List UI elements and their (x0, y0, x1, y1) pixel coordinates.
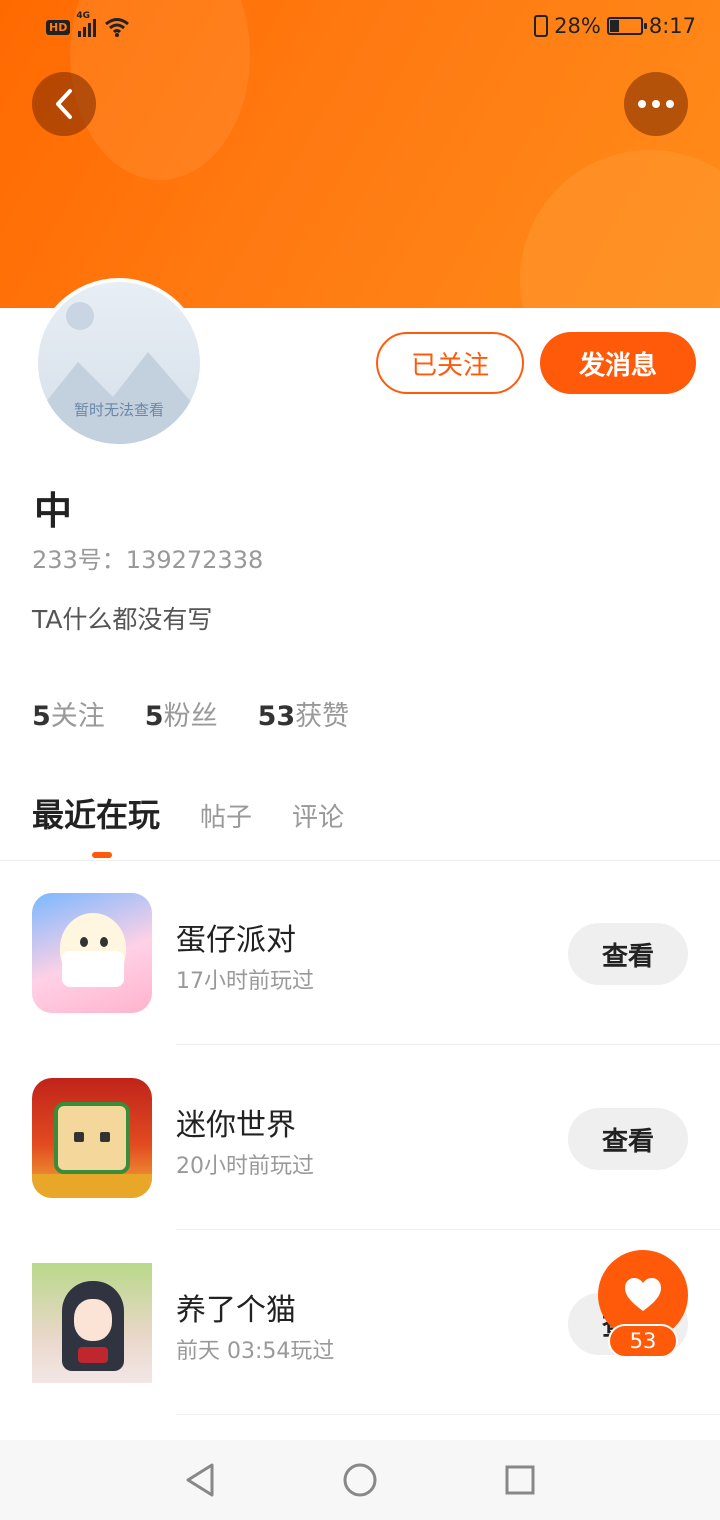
send-message-button[interactable]: 发消息 (540, 332, 696, 394)
list-item[interactable]: 蛋仔派对 17小时前玩过 查看 (0, 861, 720, 1045)
chevron-left-icon (56, 89, 72, 119)
stat-fans[interactable]: 5粉丝 (145, 694, 218, 733)
view-button[interactable]: 查看 (568, 923, 688, 985)
profile-tabs: 最近在玩 帖子 评论 (32, 790, 344, 858)
following-count: 5 (32, 701, 51, 732)
nav-home-button[interactable] (340, 1460, 380, 1500)
stat-following[interactable]: 5关注 (32, 694, 105, 733)
game-icon-eggy-party (32, 893, 152, 1013)
square-recents-icon (505, 1465, 535, 1495)
status-bar: HD 4G 28% 8:17 (0, 0, 720, 56)
tab-comments[interactable]: 评论 (292, 797, 344, 834)
network-type: 4G (76, 11, 90, 21)
stat-likes: 53获赞 (258, 694, 350, 733)
game-last-played: 17小时前玩过 (176, 969, 314, 994)
avatar[interactable]: 暂时无法查看 (34, 278, 204, 448)
battery-percent: 28% (554, 14, 601, 38)
tab-recently-played[interactable]: 最近在玩 (32, 790, 160, 858)
likes-count: 53 (257, 701, 296, 732)
more-button[interactable] (624, 72, 688, 136)
row-divider (176, 1229, 720, 1230)
row-divider (176, 1044, 720, 1045)
circle-home-icon (343, 1463, 377, 1497)
game-name: 迷你世界 (176, 1108, 296, 1143)
likes-label: 获赞 (295, 701, 350, 732)
nav-recents-button[interactable] (500, 1460, 540, 1500)
game-icon-mini-world (32, 1078, 152, 1198)
back-button[interactable] (32, 72, 96, 136)
hd-icon: HD (46, 19, 71, 35)
battery-icon (606, 17, 647, 35)
list-item[interactable]: 迷你世界 20小时前玩过 查看 (0, 1046, 720, 1230)
game-name: 蛋仔派对 (176, 923, 296, 958)
triangle-back-icon (186, 1463, 214, 1497)
header-decoration (520, 150, 720, 308)
row-divider (176, 1414, 720, 1415)
view-button[interactable]: 查看 (568, 1108, 688, 1170)
more-dots-icon (638, 100, 674, 108)
avatar-placeholder-image: 暂时无法查看 (38, 282, 200, 444)
followed-button[interactable]: 已关注 (376, 332, 524, 394)
game-last-played: 前天 03:54玩过 (176, 1339, 335, 1364)
fans-label: 粉丝 (163, 701, 218, 732)
user-bio: TA什么都没有写 (32, 605, 213, 634)
fans-count: 5 (144, 701, 164, 732)
clock: 8:17 (648, 14, 696, 38)
game-name: 养了个猫 (176, 1293, 296, 1328)
avatar-placeholder-text: 暂时无法查看 (73, 401, 164, 419)
game-icon-raise-a-cat (32, 1263, 152, 1383)
wifi-icon (105, 18, 130, 37)
like-count-badge: 53 (608, 1324, 678, 1358)
status-left: HD 4G (46, 11, 130, 38)
system-navigation-bar (0, 1440, 720, 1520)
nav-back-button[interactable] (180, 1460, 220, 1500)
heart-icon (625, 1278, 661, 1311)
cellular-signal-icon: 4G (76, 11, 97, 37)
profile-stats: 5关注 5粉丝 53获赞 (32, 694, 349, 733)
username: 中 (34, 489, 73, 533)
vibrate-icon (534, 15, 549, 37)
following-label: 关注 (50, 701, 105, 732)
tab-posts[interactable]: 帖子 (200, 797, 252, 834)
status-right: 28% 8:17 (534, 14, 696, 38)
placeholder-mountain-icon (38, 352, 200, 444)
user-id: 233号：139272338 (32, 546, 264, 574)
game-last-played: 20小时前玩过 (176, 1154, 314, 1179)
